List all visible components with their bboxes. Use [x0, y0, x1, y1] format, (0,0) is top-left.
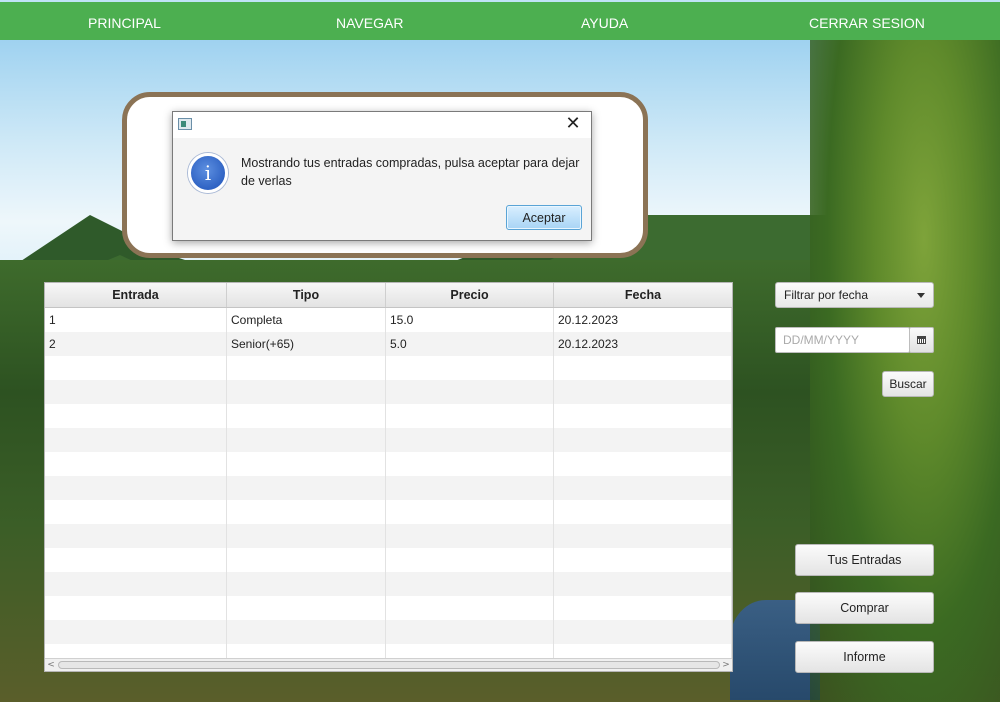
table-body: 1 Completa 15.0 20.12.2023 2 Senior(+65)…	[45, 308, 732, 668]
info-dialog: ✕ i Mostrando tus entradas compradas, pu…	[172, 111, 592, 241]
empty-row	[45, 452, 732, 476]
column-header-precio[interactable]: Precio	[386, 283, 554, 307]
dialog-titlebar: ✕	[173, 112, 591, 138]
column-header-entrada[interactable]: Entrada	[45, 283, 227, 307]
scrollbar-thumb[interactable]	[58, 661, 720, 669]
dropdown-label: Filtrar por fecha	[784, 288, 869, 302]
table-header: Entrada Tipo Precio Fecha	[45, 283, 732, 308]
empty-row	[45, 596, 732, 620]
empty-row	[45, 404, 732, 428]
cell-tipo: Completa	[227, 308, 386, 332]
empty-row	[45, 548, 732, 572]
date-filter-dropdown[interactable]: Filtrar por fecha	[775, 282, 934, 308]
cell-fecha: 20.12.2023	[554, 308, 732, 332]
date-input[interactable]	[775, 327, 910, 353]
top-menu-bar: PRINCIPAL NAVEGAR AYUDA CERRAR SESION	[0, 2, 1000, 40]
search-button[interactable]: Buscar	[882, 371, 934, 397]
menu-ayuda[interactable]: AYUDA	[581, 2, 628, 40]
chevron-down-icon	[917, 293, 925, 298]
calendar-icon	[917, 336, 926, 344]
scroll-right-icon[interactable]: >	[720, 659, 732, 671]
empty-row	[45, 500, 732, 524]
cell-entrada: 1	[45, 308, 227, 332]
cell-tipo: Senior(+65)	[227, 332, 386, 356]
tickets-table: Entrada Tipo Precio Fecha 1 Completa 15.…	[44, 282, 733, 672]
app-window-icon	[178, 118, 192, 130]
my-tickets-button[interactable]: Tus Entradas	[795, 544, 934, 576]
empty-row	[45, 356, 732, 380]
scroll-left-icon[interactable]: <	[45, 659, 57, 671]
menu-principal[interactable]: PRINCIPAL	[88, 2, 161, 40]
cell-entrada: 2	[45, 332, 227, 356]
table-row[interactable]: 2 Senior(+65) 5.0 20.12.2023	[45, 332, 732, 356]
cell-precio: 15.0	[386, 308, 554, 332]
empty-row	[45, 428, 732, 452]
accept-button[interactable]: Aceptar	[506, 205, 582, 230]
dialog-message: Mostrando tus entradas compradas, pulsa …	[241, 156, 580, 188]
empty-row	[45, 476, 732, 500]
empty-row	[45, 524, 732, 548]
table-row[interactable]: 1 Completa 15.0 20.12.2023	[45, 308, 732, 332]
empty-row	[45, 620, 732, 644]
column-header-fecha[interactable]: Fecha	[554, 283, 732, 307]
info-icon: i	[188, 153, 228, 193]
menu-navegar[interactable]: NAVEGAR	[336, 2, 403, 40]
buy-button[interactable]: Comprar	[795, 592, 934, 624]
calendar-button[interactable]	[909, 327, 934, 353]
cell-fecha: 20.12.2023	[554, 332, 732, 356]
column-header-tipo[interactable]: Tipo	[227, 283, 386, 307]
empty-row	[45, 380, 732, 404]
menu-cerrar-sesion[interactable]: CERRAR SESION	[809, 2, 925, 40]
report-button[interactable]: Informe	[795, 641, 934, 673]
empty-row	[45, 572, 732, 596]
close-icon[interactable]: ✕	[563, 114, 583, 134]
horizontal-scrollbar[interactable]: < >	[45, 658, 732, 671]
cell-precio: 5.0	[386, 332, 554, 356]
